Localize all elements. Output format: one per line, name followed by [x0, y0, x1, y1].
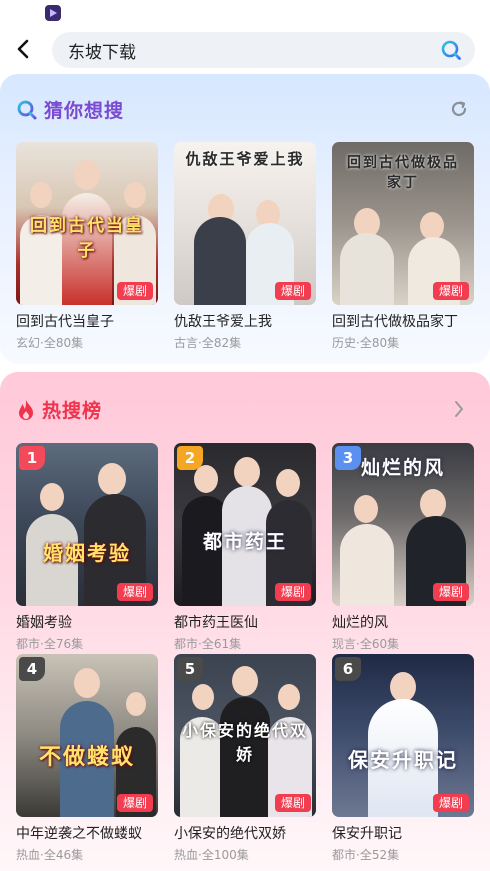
drama-title: 保安升职记: [332, 826, 402, 842]
drama-poster: 都市药王 2 爆剧: [174, 443, 316, 606]
rank-badge: 6: [335, 657, 361, 681]
ranking-card[interactable]: 小保安的绝代双娇 5 爆剧 小保安的绝代双娇 热血·全100集: [174, 654, 316, 863]
chevron-left-icon: [17, 39, 29, 59]
ranking-card[interactable]: 灿烂的风 3 爆剧 灿烂的风 现言·全60集: [332, 443, 474, 652]
flame-icon: [19, 399, 33, 420]
hot-drama-badge: 爆剧: [432, 794, 469, 812]
ranking-card[interactable]: 不做蝼蚁 4 爆剧 中年逆袭之不做蝼蚁 热血·全46集: [16, 654, 158, 863]
rank-badge: 2: [177, 446, 203, 470]
hot-drama-badge: 爆剧: [274, 583, 311, 601]
hot-drama-badge: 爆剧: [116, 583, 153, 601]
ranking-card[interactable]: 都市药王 2 爆剧 都市药王医仙 都市·全61集: [174, 443, 316, 652]
status-bar: [0, 0, 490, 26]
app-notification-icon: [45, 5, 61, 21]
drama-title: 都市药王医仙: [174, 615, 258, 631]
drama-poster: 回到古代当皇子 爆剧: [16, 142, 158, 305]
poster-title-art: 仇敌王爷爱上我: [185, 150, 305, 168]
poster-title-art: 都市药王: [202, 531, 287, 553]
drama-meta: 都市·全76集: [16, 637, 84, 651]
hot-drama-badge: 爆剧: [116, 794, 153, 812]
drama-title: 仇敌王爷爱上我: [174, 314, 272, 330]
drama-poster: 仇敌王爷爱上我 爆剧: [174, 142, 316, 305]
poster-title-art: 保安升职记: [348, 748, 458, 772]
drama-card[interactable]: 回到古代做极品家丁 爆剧 回到古代做极品家丁 历史·全80集: [332, 142, 474, 351]
rank-badge: 1: [19, 446, 45, 470]
drama-poster: 小保安的绝代双娇 5 爆剧: [174, 654, 316, 817]
guess-section-header: 猜你想搜: [16, 96, 124, 123]
poster-title-art: 小保安的绝代双娇: [182, 721, 309, 764]
drama-card[interactable]: 回到古代当皇子 爆剧 回到古代当皇子 玄幻·全80集: [16, 142, 158, 351]
rank-badge: 5: [177, 657, 203, 681]
drama-meta: 古言·全82集: [174, 336, 242, 350]
back-button[interactable]: [8, 34, 38, 64]
guess-you-search-section: 猜你想搜 回到古代当皇子 爆剧 回到古代当皇子 玄幻·全80集 仇敌王爷爱上我: [0, 74, 490, 364]
drama-title: 回到古代做极品家丁: [332, 314, 458, 330]
drama-meta: 历史·全80集: [332, 336, 400, 350]
drama-meta: 现言·全60集: [332, 637, 400, 651]
drama-poster: 回到古代做极品家丁 爆剧: [332, 142, 474, 305]
rank-badge: 4: [19, 657, 45, 681]
hot-drama-badge: 爆剧: [274, 794, 311, 812]
search-header: [0, 26, 490, 74]
hot-drama-badge: 爆剧: [274, 282, 311, 300]
rank-badge: 3: [335, 446, 361, 470]
section-title: 猜你想搜: [44, 100, 125, 122]
drama-card[interactable]: 仇敌王爷爱上我 爆剧 仇敌王爷爱上我 古言·全82集: [174, 142, 316, 351]
search-icon: [17, 100, 37, 119]
drama-poster: 灿烂的风 3 爆剧: [332, 443, 474, 606]
drama-title: 灿烂的风: [332, 615, 388, 631]
drama-meta: 热血·全100集: [174, 848, 249, 862]
poster-title-art: 回到古代做极品家丁: [347, 155, 459, 191]
more-button[interactable]: [448, 398, 470, 420]
drama-poster: 保安升职记 6 爆剧: [332, 654, 474, 817]
poster-title-art: 不做蝼蚁: [38, 744, 135, 770]
drama-title: 小保安的绝代双娇: [174, 826, 286, 842]
drama-meta: 玄幻·全80集: [16, 336, 84, 350]
search-input[interactable]: [68, 32, 428, 68]
drama-poster: 不做蝼蚁 4 爆剧: [16, 654, 158, 817]
drama-poster: 婚姻考验 1 爆剧: [16, 443, 158, 606]
drama-title: 回到古代当皇子: [16, 314, 114, 330]
ranking-card[interactable]: 保安升职记 6 爆剧 保安升职记 都市·全52集: [332, 654, 474, 863]
ranking-card[interactable]: 婚姻考验 1 爆剧 婚姻考验 都市·全76集: [16, 443, 158, 652]
hot-drama-badge: 爆剧: [432, 583, 469, 601]
drama-meta: 都市·全61集: [174, 637, 242, 651]
hot-drama-badge: 爆剧: [432, 282, 469, 300]
drama-title: 婚姻考验: [16, 615, 72, 631]
hot-drama-badge: 爆剧: [116, 282, 153, 300]
search-button[interactable]: [439, 38, 463, 62]
hot-section-header: 热搜榜: [16, 396, 102, 423]
search-box: [52, 32, 475, 68]
refresh-icon: [451, 101, 467, 116]
chevron-right-icon: [455, 401, 463, 417]
refresh-button[interactable]: [448, 98, 470, 120]
poster-title-art: 婚姻考验: [43, 541, 131, 565]
drama-meta: 都市·全52集: [332, 848, 400, 862]
search-icon: [441, 40, 461, 60]
drama-meta: 热血·全46集: [16, 848, 84, 862]
drama-title: 中年逆袭之不做蝼蚁: [16, 826, 142, 842]
poster-title-art: 回到古代当皇子: [30, 216, 144, 261]
section-title: 热搜榜: [42, 400, 103, 422]
hot-search-ranking-section: 热搜榜 婚姻考验 1 爆剧 婚姻考验 都市·全76集 都市药王 2 爆剧 都市药…: [0, 372, 490, 871]
